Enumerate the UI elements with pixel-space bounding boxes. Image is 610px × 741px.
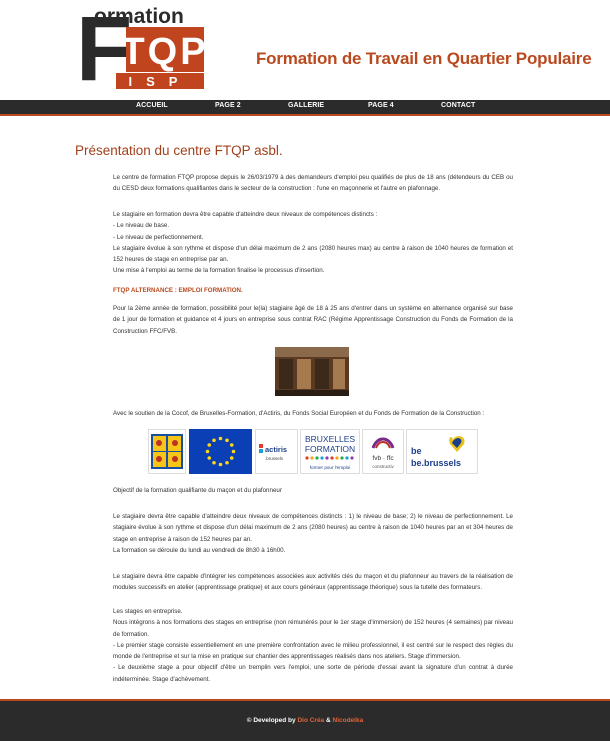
nav-gallerie[interactable]: GALLERIE bbox=[288, 102, 324, 109]
site-title: Formation de Travail en Quartier Populai… bbox=[256, 49, 592, 68]
modules-paragraph: Le stagiaire devra être capable d'intégr… bbox=[113, 571, 513, 594]
header: F ormation TQP ISP Formation de Travail … bbox=[0, 0, 610, 100]
stages-paragraph: Les stages en entreprise. Nous intégrons… bbox=[113, 606, 513, 685]
eu-star bbox=[218, 462, 223, 467]
intro-text: Le centre de formation FTQP propose depu… bbox=[113, 174, 513, 193]
eu-flag-logo[interactable] bbox=[189, 429, 252, 474]
alternance-text: Pour la 2ème année de formation, possibi… bbox=[113, 305, 513, 335]
eu-star bbox=[218, 436, 223, 441]
bruxelles-formation-logo[interactable]: BRUXELLES FORMATION former pour l'emploi bbox=[300, 429, 360, 474]
levels-line: Une mise à l'emploi au terme de la forma… bbox=[113, 267, 325, 275]
eu-star bbox=[229, 443, 234, 447]
logo-isp: ISP bbox=[129, 74, 192, 89]
stages-line: - Le deuxième stage a pour objectif d'êt… bbox=[113, 664, 513, 683]
footer-dev-2-link[interactable]: Nicodelka bbox=[333, 717, 364, 724]
bf-text-1: BRUXELLES bbox=[305, 434, 355, 444]
eu-star bbox=[207, 456, 212, 460]
eu-star bbox=[225, 438, 229, 443]
actiris-text: actiris bbox=[265, 445, 287, 454]
be-brussels-logo[interactable]: be be.brussels bbox=[406, 429, 478, 474]
nav-page-4[interactable]: PAGE 4 bbox=[368, 102, 394, 109]
eu-star bbox=[231, 449, 236, 454]
nav-contact[interactable]: CONTACT bbox=[441, 102, 475, 109]
intro-paragraph: Le centre de formation FTQP propose depu… bbox=[113, 172, 513, 195]
stages-line: Les stages en entreprise. bbox=[113, 608, 183, 615]
alternance-section: FTQP ALTERNANCE : EMPLOI FORMATION. bbox=[113, 285, 513, 296]
actiris-sub: .brussels bbox=[265, 456, 284, 461]
levels-paragraph: Le stagiaire en formation devra être cap… bbox=[113, 209, 513, 277]
bf-text-3: former pour l'emploi bbox=[310, 465, 350, 470]
modules-text: Le stagiaire devra être capable d'intégr… bbox=[113, 573, 513, 592]
nav-accueil[interactable]: ACCUEIL bbox=[136, 102, 168, 109]
actiris-logo[interactable]: actiris .brussels bbox=[255, 429, 298, 474]
eu-star bbox=[212, 460, 216, 465]
cocof-logo[interactable] bbox=[148, 429, 186, 474]
main-nav: ACCUEIL PAGE 2 GALLERIE PAGE 4 CONTACT bbox=[0, 100, 610, 116]
fvb-text-1: fvb · ffc bbox=[372, 455, 394, 462]
building-photo bbox=[275, 347, 349, 396]
alternance-title: FTQP ALTERNANCE : EMPLOI FORMATION. bbox=[113, 287, 243, 294]
objective-text: Objectif de la formation qualifiante du … bbox=[113, 487, 282, 494]
eu-star bbox=[225, 460, 229, 465]
eu-star bbox=[229, 456, 234, 460]
competences-paragraph: Le stagiaire devra être capable d'attein… bbox=[113, 511, 513, 556]
footer: © Developed by Dio Créa & Nicodelka bbox=[0, 699, 610, 741]
footer-amp: & bbox=[325, 717, 331, 724]
levels-line: Le stagiaire évolue à son rythme et disp… bbox=[113, 244, 513, 264]
levels-line: - Le niveau de base. bbox=[113, 222, 170, 230]
footer-prefix: © Developed by bbox=[246, 717, 296, 724]
levels-line: Le stagiaire en formation devra être cap… bbox=[113, 211, 378, 218]
be-text-1: be bbox=[411, 446, 422, 456]
competences-line: La formation se déroule du lundi au vend… bbox=[113, 546, 286, 554]
fvb-ffc-logo[interactable]: fvb · ffc constructiv bbox=[362, 429, 404, 474]
be-text-2: be.brussels bbox=[411, 458, 461, 468]
objective-title: Objectif de la formation qualifiante du … bbox=[113, 485, 513, 496]
levels-line: - Le niveau de perfectionnement. bbox=[113, 233, 204, 241]
stages-line: - Le premier stage consiste essentiellem… bbox=[113, 641, 513, 661]
bf-text-2: FORMATION bbox=[305, 444, 355, 454]
competences-line: Le stagiaire devra être capable d'attein… bbox=[113, 513, 513, 543]
support-text: Avec le soutien de la Cocof, de Bruxelle… bbox=[113, 410, 485, 417]
ftqp-logo[interactable]: F ormation TQP ISP bbox=[72, 2, 204, 89]
alternance-paragraph: Pour la 2ème année de formation, possibi… bbox=[113, 303, 513, 337]
footer-credits: © Developed by Dio Créa & Nicodelka bbox=[0, 717, 610, 724]
eu-star bbox=[207, 443, 212, 447]
logo-word: ormation bbox=[94, 5, 184, 28]
nav-page-2[interactable]: PAGE 2 bbox=[215, 102, 241, 109]
eu-star bbox=[212, 438, 216, 443]
page-title: Présentation du centre FTQP asbl. bbox=[75, 143, 283, 158]
stages-line: Nous intégrons à nos formations des stag… bbox=[113, 619, 513, 638]
logo-tqp: TQP bbox=[121, 31, 204, 73]
main-content: Présentation du centre FTQP asbl. Le cen… bbox=[0, 116, 610, 699]
fvb-text-2: constructiv bbox=[372, 464, 394, 469]
support-paragraph: Avec le soutien de la Cocof, de Bruxelle… bbox=[113, 408, 513, 419]
footer-dev-1-link[interactable]: Dio Créa bbox=[297, 717, 324, 724]
eu-star bbox=[205, 449, 210, 454]
